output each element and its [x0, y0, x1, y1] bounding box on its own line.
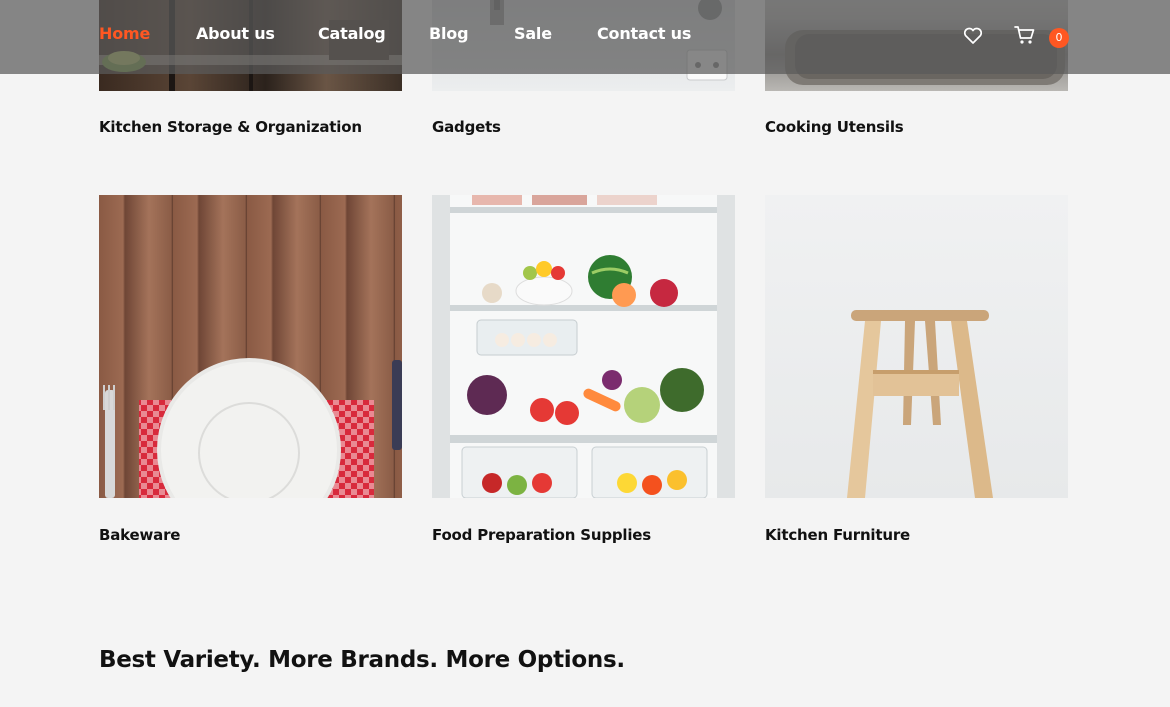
category-title[interactable]: Bakeware — [99, 526, 180, 544]
cart-icon[interactable] — [1014, 25, 1036, 49]
heart-icon[interactable] — [963, 27, 983, 49]
category-title[interactable]: Gadgets — [432, 118, 501, 136]
nav-sale[interactable]: Sale — [514, 24, 552, 43]
category-title[interactable]: Cooking Utensils — [765, 118, 904, 136]
category-title[interactable]: Kitchen Furniture — [765, 526, 910, 544]
nav-home[interactable]: Home — [99, 24, 150, 43]
category-title[interactable]: Kitchen Storage & Organization — [99, 118, 362, 136]
food-preparation-image[interactable] — [432, 195, 735, 498]
cart-count-badge[interactable]: 0 — [1049, 28, 1069, 48]
nav-blog[interactable]: Blog — [429, 24, 469, 43]
kitchen-furniture-image[interactable] — [765, 195, 1068, 498]
nav-about-us[interactable]: About us — [196, 24, 275, 43]
category-title[interactable]: Food Preparation Supplies — [432, 526, 651, 544]
site-header: Home About us Catalog Blog Sale Contact … — [0, 0, 1170, 74]
nav-contact-us[interactable]: Contact us — [597, 24, 691, 43]
bakeware-image[interactable] — [99, 195, 402, 498]
nav-catalog[interactable]: Catalog — [318, 24, 386, 43]
section-heading: Best Variety. More Brands. More Options. — [99, 647, 625, 673]
